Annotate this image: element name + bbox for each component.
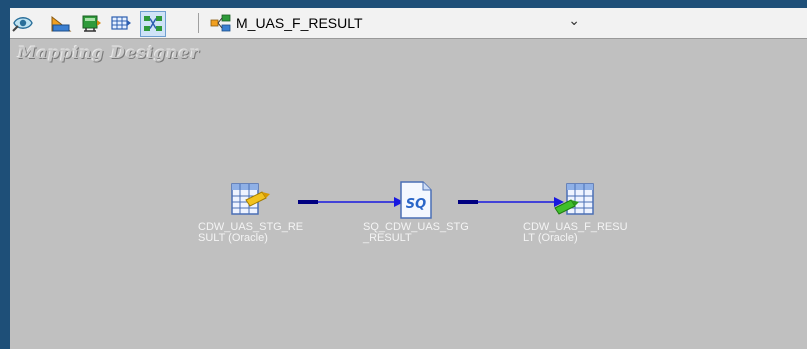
mapping-designer-button[interactable] [140, 11, 166, 37]
mapping-icon [210, 14, 231, 32]
toolbar: M_UAS_F_RESULT ⌄ [10, 8, 807, 39]
canvas-title: Mapping Designer [18, 43, 200, 62]
toolbar-separator [198, 13, 199, 33]
mapplet-designer-icon [111, 16, 131, 30]
target-table-icon [554, 183, 594, 215]
mapping-select-value: M_UAS_F_RESULT [236, 15, 363, 31]
source-qualifier-icon: SQ [400, 181, 432, 219]
mapping-node-source-qualifier-label: SQ_CDW_UAS_STG_RESULT [363, 221, 469, 244]
mapping-node-source[interactable]: CDW_UAS_STG_RESULT (Oracle) [198, 180, 308, 260]
mapping-designer-icon [144, 16, 162, 31]
mapping-select[interactable]: M_UAS_F_RESULT ⌄ [210, 11, 590, 35]
source-table-icon [231, 183, 270, 215]
mapping-node-target-label: CDW_UAS_F_RESULT (Oracle) [523, 221, 628, 244]
source-analyzer-icon [12, 17, 33, 32]
mapping-canvas[interactable]: Mapping Designer CDW_UAS_STG_RESULT (Ora… [10, 39, 807, 349]
chevron-down-icon[interactable]: ⌄ [568, 13, 580, 29]
target-designer-button[interactable] [50, 12, 72, 34]
sq-badge: SQ [406, 197, 426, 212]
mapping-node-source-label: CDW_UAS_STG_RESULT (Oracle) [198, 221, 304, 244]
mapping-designer-window: M_UAS_F_RESULT ⌄ Mapping Designer CDW_UA… [10, 8, 807, 349]
mapping-node-source-qualifier[interactable]: SQ SQ_CDW_UAS_STG_RESULT [363, 180, 473, 260]
target-designer-icon [51, 15, 72, 32]
transformation-developer-button[interactable] [80, 12, 102, 34]
mapping-node-target[interactable]: CDW_UAS_F_RESULT (Oracle) [523, 180, 633, 260]
transformation-developer-icon [82, 15, 101, 32]
source-analyzer-button[interactable] [12, 12, 34, 34]
mapplet-designer-button[interactable] [110, 12, 132, 34]
